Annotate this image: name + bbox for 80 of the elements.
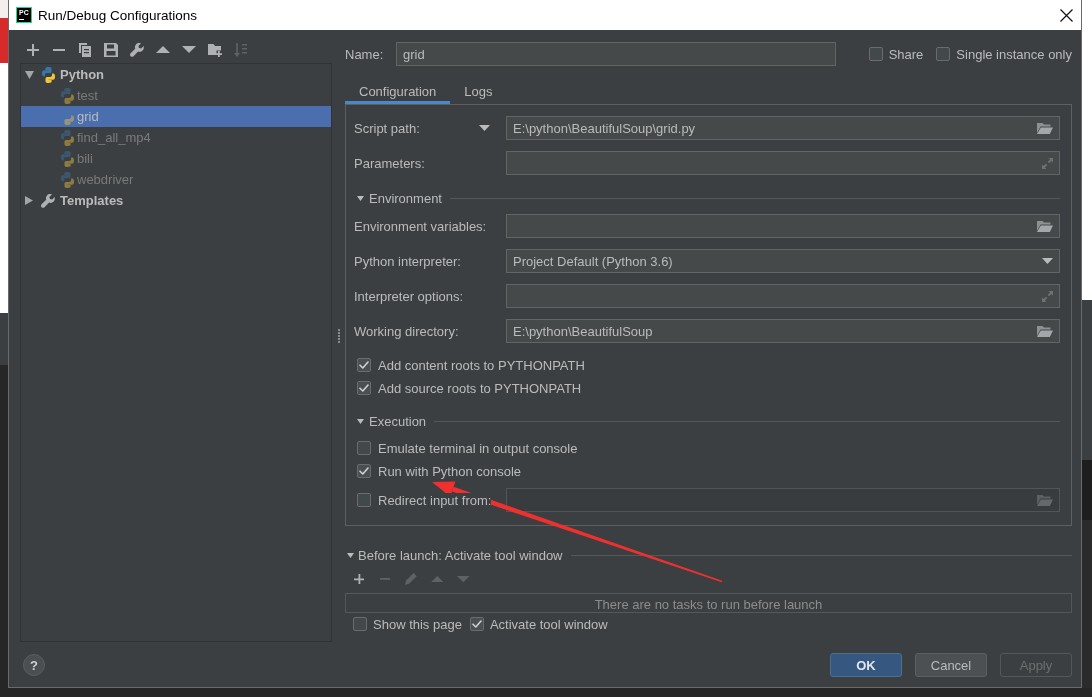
folder-plus-icon[interactable] [207, 42, 223, 57]
checkbox-label: Single instance only [956, 46, 1072, 62]
folder-icon[interactable] [1037, 121, 1053, 135]
folder-icon[interactable] [1037, 324, 1053, 338]
checkbox-label: Share [888, 46, 924, 62]
checkbox[interactable] [357, 358, 371, 372]
expand-caret-icon[interactable] [357, 418, 364, 424]
expand-arrow-icon[interactable] [25, 196, 33, 205]
plus-icon[interactable] [353, 573, 365, 585]
tree-item[interactable]: find_all_mp4 [21, 127, 331, 148]
python-icon [60, 129, 74, 146]
tab[interactable]: Logs [450, 80, 507, 104]
checkbox[interactable] [353, 617, 367, 631]
checkbox[interactable] [469, 617, 484, 631]
help-button[interactable]: ? [23, 654, 45, 676]
checkbox-label: Redirect input from: [378, 492, 492, 508]
checkbox-label: Activate tool window [489, 616, 608, 632]
checkbox[interactable] [357, 381, 371, 395]
window-title: Run/Debug Configurations [38, 7, 199, 23]
tab[interactable]: Configuration [345, 80, 451, 104]
dropdown-caret-icon[interactable] [479, 125, 490, 131]
field-label: Interpreter options: [354, 288, 464, 304]
field-label: Python interpreter: [354, 253, 461, 269]
text-field[interactable] [506, 284, 1060, 308]
section-title: Execution [369, 413, 427, 429]
checkmark-icon [359, 361, 369, 369]
checkmark-icon [471, 620, 482, 628]
checkbox-label: Show this page [373, 616, 462, 632]
checkbox[interactable] [357, 464, 371, 478]
text-field[interactable]: E:\python\BeautifulSoup [506, 319, 1060, 343]
python-icon [60, 108, 74, 125]
checkbox-label: Add content roots to PYTHONPATH [378, 357, 585, 373]
python-icon [60, 150, 74, 167]
expand-caret-icon[interactable] [347, 552, 354, 558]
close-icon[interactable] [1060, 8, 1073, 22]
empty-list-message: There are no tasks to run before launch [594, 596, 823, 612]
plus-icon[interactable] [27, 43, 39, 56]
checkbox[interactable] [936, 47, 951, 61]
expand-arrow-icon[interactable] [24, 70, 34, 79]
text-field[interactable] [506, 151, 1060, 175]
expand-caret-icon[interactable] [357, 195, 364, 201]
field-label: Environment variables: [354, 218, 487, 234]
minus-icon[interactable] [53, 48, 65, 51]
tree-item[interactable]: Python [21, 64, 331, 85]
tree-item[interactable]: test [21, 85, 331, 106]
wrench-icon [41, 193, 55, 208]
checkbox-label: Emulate terminal in output console [378, 440, 578, 456]
field-label: Script path: [354, 120, 420, 136]
field-label: Working directory: [354, 323, 459, 339]
copy-icon[interactable] [79, 42, 91, 57]
tree-item[interactable]: webdriver [21, 169, 331, 190]
field-label: Name: [345, 46, 385, 62]
triangle-up-icon[interactable] [156, 46, 170, 53]
python-icon [41, 66, 55, 83]
checkbox[interactable] [357, 441, 371, 455]
checkmark-icon [359, 384, 369, 392]
folder-icon[interactable] [1037, 219, 1053, 233]
field-label: Parameters: [354, 155, 425, 171]
triangle-down-icon[interactable] [182, 46, 196, 53]
checkbox-label: Run with Python console [378, 463, 522, 479]
dropdown[interactable]: Project Default (Python 3.6) [506, 249, 1060, 273]
tree-item[interactable]: Templates [21, 190, 331, 211]
primary-button[interactable]: OK [830, 653, 902, 677]
python-icon [60, 87, 74, 104]
drag-handle-icon[interactable] [337, 329, 340, 343]
dropdown-arrow-icon[interactable] [1042, 258, 1053, 264]
python-icon [60, 171, 74, 188]
wrench-icon[interactable] [130, 42, 144, 57]
checkbox-label: Add source roots to PYTHONPATH [378, 380, 582, 396]
section-title: Before launch: Activate tool window [358, 547, 563, 563]
checkbox[interactable] [868, 47, 883, 61]
text-field[interactable]: E:\python\BeautifulSoup\grid.py [506, 116, 1060, 140]
save-icon[interactable] [104, 42, 118, 57]
section-title: Environment [369, 190, 442, 206]
checkmark-icon [359, 467, 369, 475]
text-field[interactable] [506, 214, 1060, 238]
secondary-button[interactable]: Cancel [915, 653, 987, 677]
tree-item[interactable]: bili [21, 148, 331, 169]
tree-item[interactable]: grid [21, 106, 331, 127]
name-field[interactable]: grid [396, 42, 836, 66]
